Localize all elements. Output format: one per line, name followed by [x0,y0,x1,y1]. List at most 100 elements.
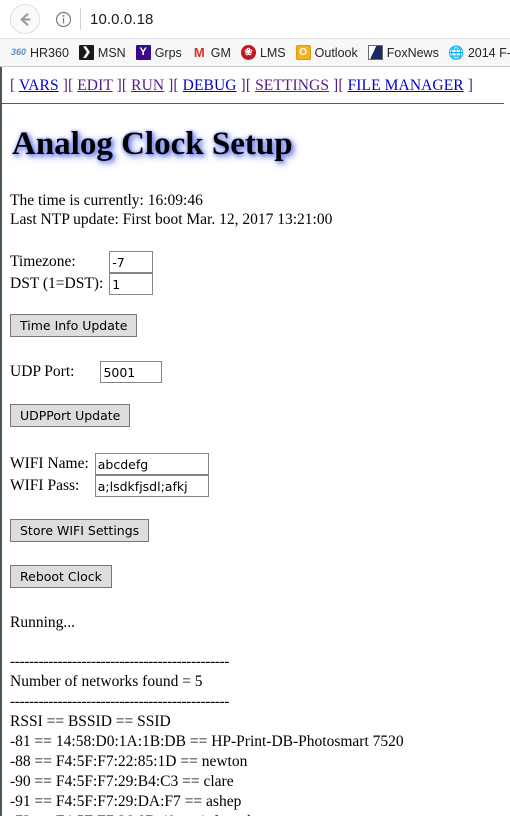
url-input[interactable]: 10.0.0.18 [90,11,153,28]
horizontal-rule [2,103,504,104]
status-block: The time is currently: 16:09:46 Last NTP… [10,191,510,229]
wifi-pass-input[interactable] [94,475,209,497]
nav-item-settings: [ SETTINGS ] [246,77,339,94]
dst-input-cell [109,273,154,295]
network-row: -90 == F4:5F:F7:29:B4:C3 == clare [10,772,510,792]
bracket-close: ] [236,77,246,94]
udp-port-input[interactable] [100,361,163,383]
dst-row: DST (1=DST): [10,273,154,295]
browser-toolbar: 10.0.0.18 [0,0,510,38]
scan-separator-top: ----------------------------------------… [10,653,230,670]
bracket-close: ] [112,77,122,94]
bracket-open: [ [67,77,78,94]
yahoo-favicon: Y [135,45,151,60]
bookmark-lms[interactable]: ❀ LMS [236,42,291,64]
udp-port-form: UDP Port: [10,361,510,383]
network-sep: == [34,793,56,810]
network-sep: == [184,793,207,810]
udp-port-row: UDP Port: [10,361,163,383]
globe-favicon: 🌐 [448,45,464,60]
nav-link-vars[interactable]: VARS [19,77,59,94]
nav-link-bar: [ VARS ][ EDIT ][ RUN ][ DEBUG ][ SETTIN… [10,67,510,95]
msn-favicon: ❯ [78,45,94,60]
bookmarks-bar: 360 HR360 ❯ MSN Y Grps M GM ❀ LMS O Outl… [0,38,510,66]
browser-chrome: 10.0.0.18 360 HR360 ❯ MSN Y Grps M GM ❀ … [0,0,510,67]
lms-favicon: ❀ [240,45,256,60]
hr360-favicon: 360 [11,47,26,57]
bookmark-hr360[interactable]: 360 HR360 [6,42,74,64]
bracket-open: [ [121,77,132,94]
wifi-settings-form: WIFI Name: WIFI Pass: [10,453,510,497]
wifi-pass-label: WIFI Pass: [10,477,80,494]
bookmark-gm[interactable]: M GM [187,42,236,64]
bookmark-grps[interactable]: Y Grps [131,42,187,64]
nav-link-edit[interactable]: EDIT [77,77,112,94]
back-arrow-icon[interactable] [10,4,40,34]
nav-link-debug[interactable]: DEBUG [183,77,237,94]
wifi-pass-input-cell [94,475,209,497]
bookmark-2014-f-150[interactable]: 🌐 2014 F-150 [444,42,510,64]
udp-port-input-cell [100,361,163,383]
bookmark-foxnews[interactable]: FoxNews [363,42,444,64]
nav-link-file-manager[interactable]: FILE MANAGER [348,77,464,94]
network-rssi: -91 [10,793,31,810]
running-status-text: Running... [10,614,76,631]
network-bssid: 14:58:D0:1A:1B:DB [55,733,186,750]
store-wifi-settings-row: Store WIFI Settings [10,519,510,542]
bracket-close: ] [463,77,473,94]
network-scan-output: ----------------------------------------… [10,652,510,816]
bracket-open: [ [173,77,183,94]
wifi-name-input-cell [94,453,209,475]
timezone-input[interactable] [109,251,154,273]
nav-item-file-manager: [ FILE MANAGER ] [338,77,473,94]
dst-input[interactable] [109,273,154,295]
reboot-clock-button[interactable]: Reboot Clock [10,565,112,588]
nav-link-run[interactable]: RUN [131,77,164,94]
bookmark-label: LMS [259,45,286,60]
wifi-name-input[interactable] [94,453,209,475]
udp-field-table: UDP Port: [10,361,163,383]
network-ssid: HP-Print-DB-Photosmart 7520 [211,733,404,750]
wifi-name-row: WIFI Name: [10,453,209,475]
network-ssid: clare [203,773,234,790]
timezone-row: Timezone: [10,251,154,273]
nav-item-edit: [ EDIT ] [68,77,122,94]
network-ssid: ashep [206,793,242,810]
timezone-label: Timezone: [10,253,76,270]
bracket-close: ] [58,77,68,94]
udp-port-update-button[interactable]: UDPPort Update [10,404,131,427]
store-wifi-settings-button[interactable]: Store WIFI Settings [10,519,150,542]
udp-port-update-row: UDPPort Update [10,404,510,427]
network-count-text: Number of networks found = 5 [10,673,203,690]
network-bssid: F4:5F:F7:29:B4:C3 [55,773,179,790]
wifi-name-label: WIFI Name: [10,455,89,472]
network-bssid: F4:5F:F7:22:85:1D [55,753,177,770]
nav-item-debug: [ DEBUG ] [173,77,245,94]
network-rssi: -88 [10,753,31,770]
network-sep: == [34,753,56,770]
time-info-update-button[interactable]: Time Info Update [10,314,138,337]
network-row: -91 == F4:5F:F7:29:DA:F7 == ashep [10,792,510,812]
page-title: Analog Clock Setup [12,126,293,162]
network-row: -81 == 14:58:D0:1A:1B:DB == HP-Print-DB-… [10,732,510,752]
current-time-text: The time is currently: 16:09:46 [10,192,203,209]
gmail-favicon: M [193,45,205,60]
foxnews-favicon [367,45,383,60]
bookmark-outlook[interactable]: O Outlook [291,42,363,64]
wifi-pass-row: WIFI Pass: [10,475,209,497]
wifi-field-table: WIFI Name: WIFI Pass: [10,453,209,497]
time-settings-form: Timezone: DST (1=DST): [10,251,510,295]
url-bar-divider [80,8,81,30]
network-sep: == [180,753,202,770]
time-field-table: Timezone: DST (1=DST): [10,251,154,295]
network-ssid: newton [201,753,248,770]
bookmark-msn[interactable]: ❯ MSN [74,42,131,64]
info-circle-icon[interactable] [50,6,76,32]
nav-link-settings[interactable]: SETTINGS [255,77,329,94]
bookmark-label: Grps [154,45,182,60]
network-row: -88 == F4:5F:F7:22:85:1D == newton [10,752,510,772]
dst-label: DST (1=DST): [10,275,104,292]
network-sep: == [34,773,56,790]
bracket-close: ] [329,77,339,94]
bookmark-label: Outlook [314,45,358,60]
